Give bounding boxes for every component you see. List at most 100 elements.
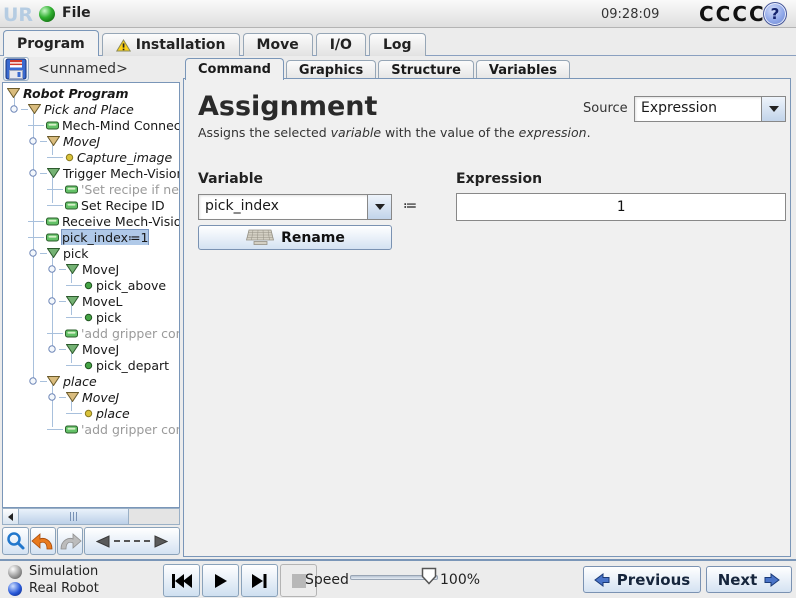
tree-item-pick[interactable]: pick bbox=[3, 309, 179, 325]
tree-item-trigger-mech-vision[interactable]: Trigger Mech-Vision bbox=[3, 165, 179, 181]
ur-logo-icon: UR bbox=[2, 2, 36, 30]
tree-item-place[interactable]: place bbox=[3, 373, 179, 389]
command-description: Assigns the selected variable with the v… bbox=[198, 125, 591, 140]
tree-item-label: pick_depart bbox=[96, 357, 170, 373]
tree-item-add-gripper-con[interactable]: 'add gripper con bbox=[3, 421, 179, 437]
tree-item-movel[interactable]: MoveL bbox=[3, 293, 179, 309]
command-icon bbox=[65, 425, 78, 433]
real-robot-radio-icon bbox=[8, 581, 22, 596]
tree-item-set-recipe-id[interactable]: Set Recipe ID bbox=[3, 197, 179, 213]
left-arrow-icon bbox=[8, 512, 13, 521]
tree-item-receive-mech-vision[interactable]: Receive Mech-Vision bbox=[3, 213, 179, 229]
tree-connector-dash bbox=[59, 300, 66, 302]
clock: 09:28:09 bbox=[601, 7, 660, 22]
simulation-radio[interactable]: Simulation bbox=[8, 564, 98, 579]
tree-connector-dash bbox=[59, 396, 66, 398]
save-button[interactable] bbox=[3, 57, 29, 81]
source-dropdown[interactable]: Expression bbox=[634, 96, 786, 122]
tree-item-pick-above[interactable]: pick_above bbox=[3, 277, 179, 293]
subtab-command[interactable]: Command bbox=[185, 58, 284, 80]
help-icon[interactable]: ? bbox=[763, 2, 787, 26]
subtab-structure[interactable]: Structure bbox=[378, 60, 474, 80]
tree-item-label: Robot Program bbox=[23, 85, 129, 101]
speed-label: Speed bbox=[305, 572, 349, 588]
tree-connector-dash bbox=[66, 364, 82, 366]
tree-item-pick-and-place[interactable]: Pick and Place bbox=[3, 101, 179, 117]
expand-handle-icon bbox=[48, 265, 56, 273]
step-navigation-button[interactable] bbox=[84, 527, 180, 555]
subtab-label: Structure bbox=[391, 63, 461, 78]
variable-label: Variable bbox=[198, 171, 263, 187]
tree-item-movej[interactable]: MoveJ bbox=[3, 261, 179, 277]
tree-connector-dash bbox=[40, 252, 47, 254]
scroll-left-button[interactable] bbox=[3, 509, 19, 524]
folder-triangle-icon bbox=[47, 376, 60, 386]
tree-item-label: pick_above bbox=[96, 277, 167, 293]
tree-item-pick-index-1[interactable]: pick_index≔1 bbox=[3, 229, 179, 245]
command-tab-bar: Command Graphics Structure Variables bbox=[185, 57, 572, 80]
search-button[interactable] bbox=[2, 527, 29, 555]
tree-connector-dash bbox=[47, 332, 63, 334]
speed-value: 100% bbox=[440, 572, 481, 588]
rename-button[interactable]: Rename bbox=[198, 225, 392, 250]
variable-dropdown[interactable]: pick_index bbox=[198, 194, 392, 220]
next-button[interactable]: Next bbox=[706, 566, 792, 593]
tree-item-movej[interactable]: MoveJ bbox=[3, 389, 179, 405]
folder-triangle-icon bbox=[47, 248, 60, 258]
speed-slider-thumb[interactable] bbox=[421, 567, 437, 589]
redo-button[interactable] bbox=[57, 527, 83, 555]
play-button[interactable] bbox=[202, 564, 239, 597]
program-filename: <unnamed> bbox=[38, 61, 128, 77]
tree-item-label: MoveL bbox=[82, 293, 123, 309]
waypoint-icon bbox=[84, 409, 93, 417]
tree-item-label: MoveJ bbox=[82, 389, 120, 405]
tree-item-label: MoveJ bbox=[82, 341, 120, 357]
tree-item-mech-mind-connect[interactable]: Mech-Mind Connect bbox=[3, 117, 179, 133]
chevron-down-icon[interactable] bbox=[367, 195, 391, 219]
expand-handle-icon bbox=[48, 297, 56, 305]
undo-button[interactable] bbox=[30, 527, 56, 555]
expression-input[interactable]: 1 bbox=[456, 193, 786, 221]
tree-item-movej[interactable]: MoveJ bbox=[3, 341, 179, 357]
brand-logo: CCCC bbox=[699, 2, 766, 26]
tree-item-robot-program[interactable]: Robot Program bbox=[3, 85, 179, 101]
program-tree[interactable]: Robot Program Pick and Place Mech-Mind Con… bbox=[2, 82, 180, 508]
tree-item-add-gripper-con[interactable]: 'add gripper con bbox=[3, 325, 179, 341]
tree-connector-dash bbox=[47, 204, 63, 206]
tree-item-pick-depart[interactable]: pick_depart bbox=[3, 357, 179, 373]
scrollbar-track[interactable] bbox=[129, 509, 179, 524]
tab-label: Log bbox=[382, 37, 412, 53]
tree-item-place[interactable]: place bbox=[3, 405, 179, 421]
scrollbar-thumb[interactable] bbox=[19, 509, 129, 524]
step-forward-button[interactable] bbox=[241, 564, 278, 597]
tab-label: Installation bbox=[135, 37, 226, 53]
tree-horizontal-scrollbar[interactable] bbox=[2, 508, 796, 598]
tab-i-o[interactable]: I/O bbox=[315, 33, 366, 56]
tree-item-pick[interactable]: pick bbox=[3, 245, 179, 261]
file-menu[interactable]: File bbox=[62, 5, 91, 21]
tree-item-set-recipe-if-nee[interactable]: 'Set recipe if nee bbox=[3, 181, 179, 197]
tab-installation[interactable]: Installation bbox=[101, 33, 240, 56]
source-label: Source bbox=[583, 101, 628, 116]
subtab-label: Command bbox=[198, 62, 271, 77]
previous-button[interactable]: Previous bbox=[583, 566, 701, 593]
simulation-label: Simulation bbox=[29, 564, 99, 579]
warning-icon bbox=[115, 38, 131, 51]
skip-to-start-button[interactable] bbox=[163, 564, 200, 597]
tab-move[interactable]: Move bbox=[242, 33, 313, 56]
tree-item-movej[interactable]: MoveJ bbox=[3, 133, 179, 149]
command-content: Assignment Source Expression Assigns the… bbox=[183, 78, 791, 557]
chevron-down-icon[interactable] bbox=[761, 97, 785, 121]
subtab-variables[interactable]: Variables bbox=[475, 60, 570, 80]
subtab-graphics[interactable]: Graphics bbox=[285, 60, 377, 80]
folder-triangle-icon bbox=[66, 392, 79, 402]
tab-program[interactable]: Program bbox=[3, 30, 99, 56]
command-icon bbox=[46, 121, 59, 129]
tree-item-capture-image[interactable]: Capture_image bbox=[3, 149, 179, 165]
tab-label: Move bbox=[256, 37, 299, 53]
tree-connector-dash bbox=[28, 220, 44, 222]
tree-item-label: Trigger Mech-Vision bbox=[63, 165, 179, 181]
real-robot-radio[interactable]: Real Robot bbox=[8, 581, 99, 596]
tree-connector-dash bbox=[21, 108, 28, 110]
tab-log[interactable]: Log bbox=[368, 33, 426, 56]
